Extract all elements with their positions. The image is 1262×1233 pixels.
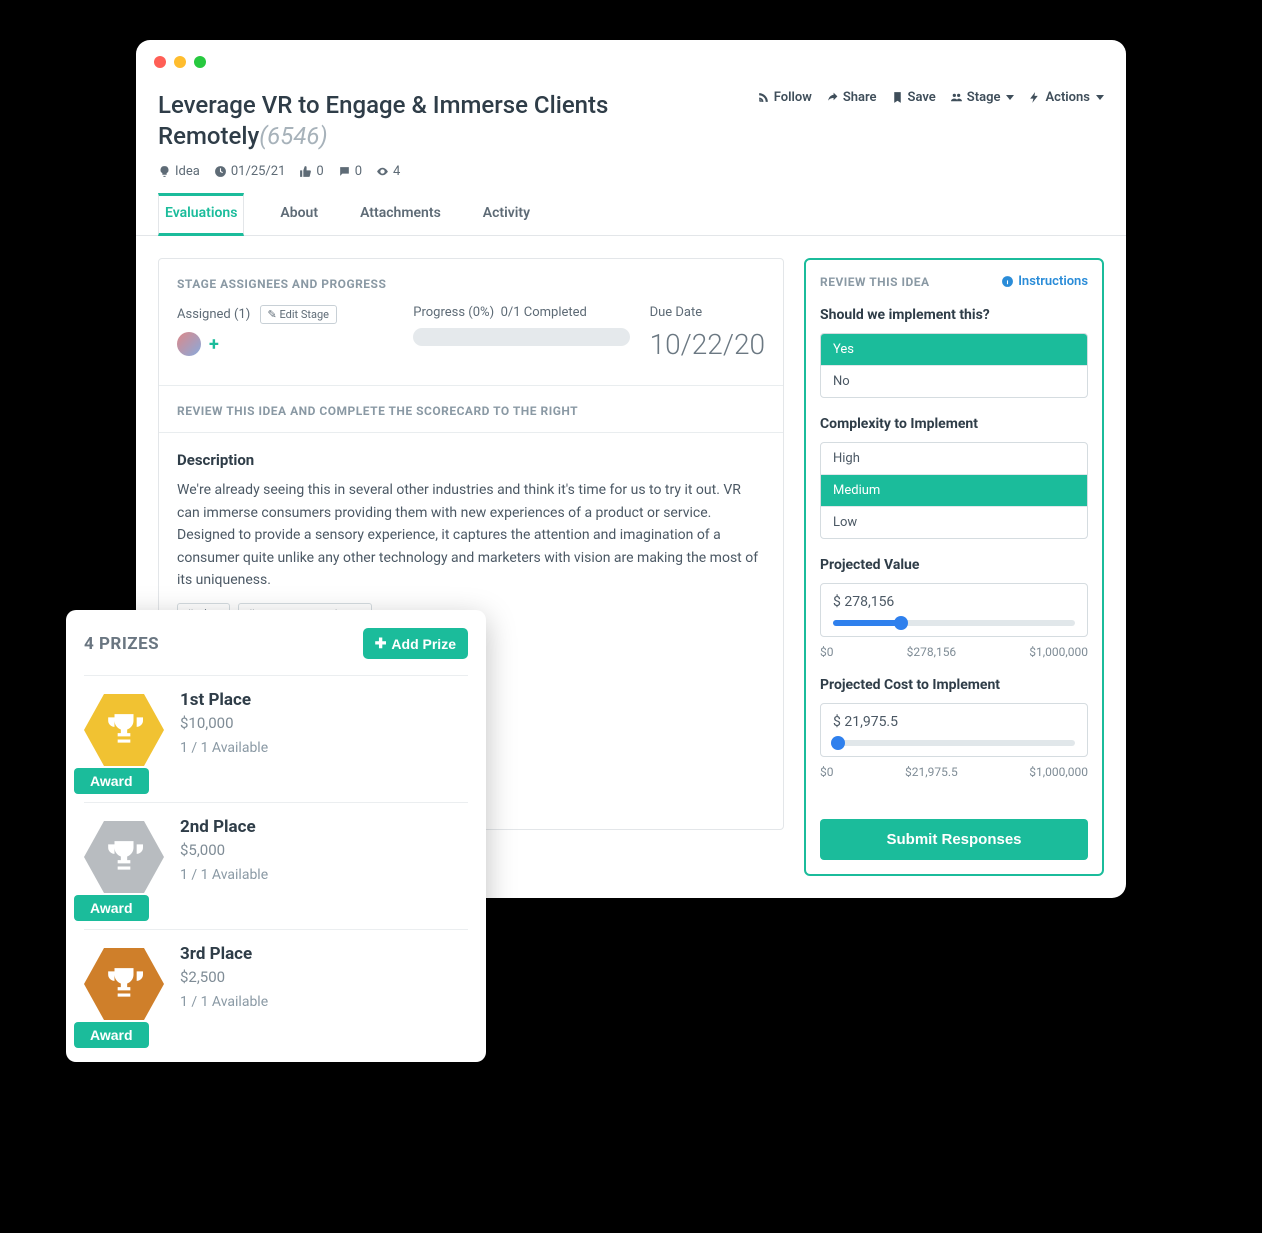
- header-toolbar: Follow Share Save Stage Actions: [757, 90, 1104, 105]
- comments-count[interactable]: 0: [338, 164, 362, 179]
- review-heading: REVIEW THIS IDEA AND COMPLETE THE SCOREC…: [177, 404, 765, 418]
- close-icon[interactable]: [154, 56, 166, 68]
- minimize-icon[interactable]: [174, 56, 186, 68]
- award-button[interactable]: Award: [74, 768, 149, 794]
- prize-item: 2nd Place $5,000 1 / 1 Available Award: [84, 802, 468, 911]
- rss-icon: [757, 91, 770, 104]
- trophy-bronze-icon: [84, 944, 164, 1024]
- info-icon: [1001, 275, 1014, 288]
- cost-slider[interactable]: $ 21,975.5: [820, 703, 1088, 757]
- plus-icon: ✚: [375, 635, 387, 652]
- prize-name: 3rd Place: [180, 944, 268, 964]
- trophy-silver-icon: [84, 817, 164, 897]
- assignee-avatar[interactable]: [177, 332, 201, 356]
- thumbs-up-icon: [299, 165, 312, 178]
- question-value: Projected Value: [820, 557, 1088, 573]
- prize-amount: $10,000: [180, 714, 268, 732]
- duedate-value: 10/22/20: [650, 328, 765, 361]
- stage-section-title: STAGE ASSIGNEES AND PROGRESS: [177, 277, 765, 291]
- progress-bar: [413, 328, 629, 346]
- progress-label: Progress (0%) 0/1 Completed: [413, 305, 629, 320]
- description-text: We're already seeing this in several oth…: [177, 479, 765, 591]
- value-slider-value: $ 278,156: [833, 594, 1075, 610]
- submit-responses-button[interactable]: Submit Responses: [820, 819, 1088, 860]
- bookmark-icon: [891, 91, 904, 104]
- idea-id: (6546): [259, 122, 327, 150]
- prize-amount: $5,000: [180, 841, 268, 859]
- option-high[interactable]: High: [821, 443, 1087, 474]
- prize-name: 1st Place: [180, 690, 268, 710]
- prize-item: 3rd Place $2,500 1 / 1 Available Award: [84, 929, 468, 1038]
- award-button[interactable]: Award: [74, 1022, 149, 1048]
- likes-count[interactable]: 0: [299, 164, 323, 179]
- tabs: Evaluations About Attachments Activity: [136, 193, 1126, 236]
- options-complexity: High Medium Low: [820, 442, 1088, 539]
- meta-bar: Idea 01/25/21 0 0 4: [136, 158, 1126, 193]
- cost-slider-legend: $0$21,975.5$1,000,000: [820, 765, 1088, 779]
- window-controls: [136, 56, 1126, 76]
- add-assignee-button[interactable]: +: [209, 334, 219, 355]
- prize-availability: 1 / 1 Available: [180, 867, 268, 883]
- question-cost: Projected Cost to Implement: [820, 677, 1088, 693]
- share-icon: [826, 91, 839, 104]
- duedate-label: Due Date: [650, 305, 765, 320]
- add-prize-button[interactable]: ✚Add Prize: [363, 628, 468, 659]
- bolt-icon: [1028, 91, 1041, 104]
- follow-button[interactable]: Follow: [757, 90, 812, 105]
- prize-availability: 1 / 1 Available: [180, 740, 268, 756]
- idea-date: 01/25/21: [214, 164, 286, 179]
- idea-type: Idea: [158, 164, 200, 179]
- value-slider[interactable]: $ 278,156: [820, 583, 1088, 637]
- option-no[interactable]: No: [821, 365, 1087, 397]
- assigned-label: Assigned (1) ✎ Edit Stage: [177, 305, 393, 324]
- edit-stage-button[interactable]: ✎ Edit Stage: [260, 305, 337, 324]
- lightbulb-icon: [158, 165, 171, 178]
- prizes-title: 4 PRIZES: [84, 634, 159, 654]
- option-medium[interactable]: Medium: [821, 474, 1087, 506]
- tab-activity[interactable]: Activity: [477, 193, 536, 236]
- option-low[interactable]: Low: [821, 506, 1087, 538]
- value-slider-legend: $0$278,156$1,000,000: [820, 645, 1088, 659]
- description-heading: Description: [177, 451, 765, 469]
- comment-icon: [338, 165, 351, 178]
- cost-slider-value: $ 21,975.5: [833, 714, 1075, 730]
- prizes-modal: 4 PRIZES ✚Add Prize 1st Place $10,000 1 …: [66, 610, 486, 1062]
- save-button[interactable]: Save: [891, 90, 936, 105]
- prize-amount: $2,500: [180, 968, 268, 986]
- prize-item: 1st Place $10,000 1 / 1 Available Award: [84, 675, 468, 784]
- scorecard-panel: REVIEW THIS IDEA Instructions Should we …: [804, 258, 1104, 876]
- instructions-link[interactable]: Instructions: [1001, 274, 1088, 289]
- question-complexity: Complexity to Implement: [820, 416, 1088, 432]
- eye-icon: [376, 165, 389, 178]
- prize-name: 2nd Place: [180, 817, 268, 837]
- question-implement: Should we implement this?: [820, 307, 1088, 323]
- option-yes[interactable]: Yes: [821, 334, 1087, 365]
- tab-evaluations[interactable]: Evaluations: [158, 193, 244, 236]
- tab-about[interactable]: About: [274, 193, 324, 236]
- app-window: Leverage VR to Engage & Immerse Clients …: [136, 40, 1126, 898]
- page-title: Leverage VR to Engage & Immerse Clients …: [158, 90, 638, 152]
- clock-icon: [214, 165, 227, 178]
- views-count: 4: [376, 164, 400, 179]
- tab-attachments[interactable]: Attachments: [354, 193, 447, 236]
- trophy-gold-icon: [84, 690, 164, 770]
- users-icon: [950, 91, 963, 104]
- prize-availability: 1 / 1 Available: [180, 994, 268, 1010]
- stage-dropdown[interactable]: Stage: [950, 90, 1015, 105]
- share-button[interactable]: Share: [826, 90, 877, 105]
- sidebar-title: REVIEW THIS IDEA: [820, 275, 930, 289]
- options-implement: Yes No: [820, 333, 1088, 398]
- actions-dropdown[interactable]: Actions: [1028, 90, 1104, 105]
- maximize-icon[interactable]: [194, 56, 206, 68]
- award-button[interactable]: Award: [74, 895, 149, 921]
